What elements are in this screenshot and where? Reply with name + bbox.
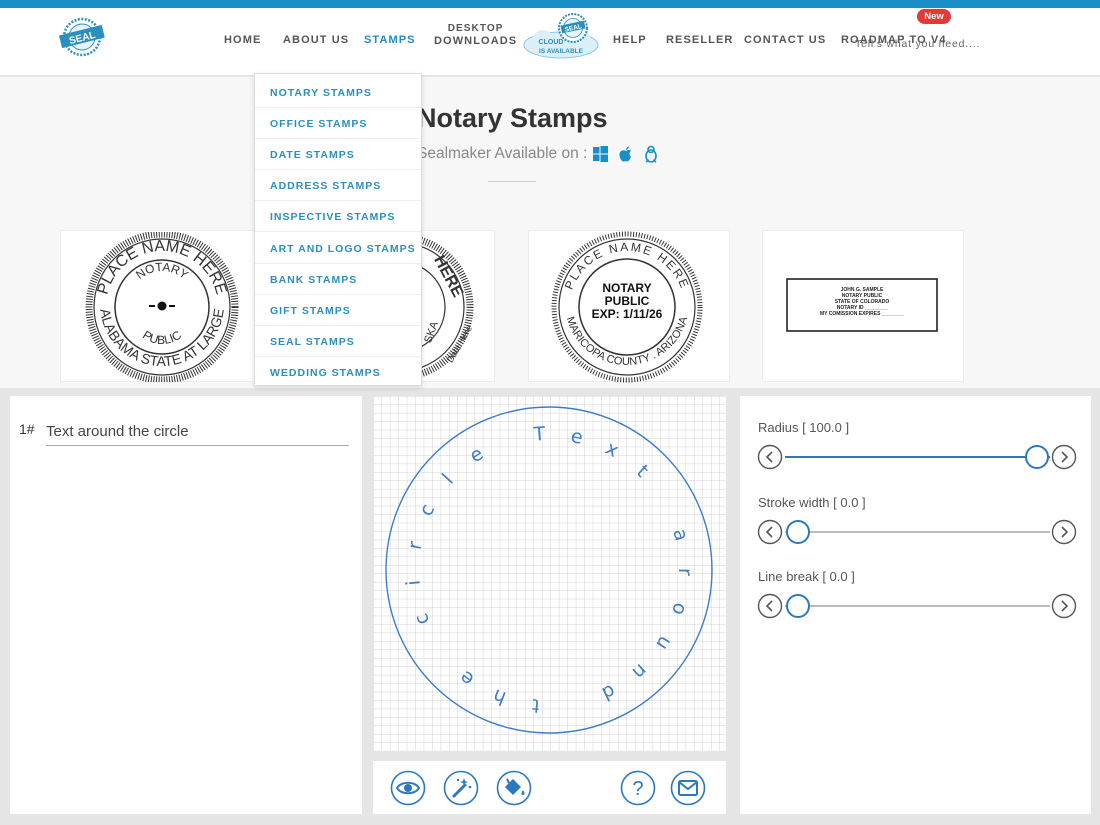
radius-increase-button[interactable] <box>1051 444 1077 470</box>
magic-wand-icon[interactable] <box>443 770 479 806</box>
svg-text:?: ? <box>632 778 643 800</box>
cloud-seal-badge[interactable]: SEAL CLOUD IS AVAILABLE <box>521 12 601 60</box>
line-break-track[interactable] <box>785 605 1050 607</box>
stroke-width-decrease-button[interactable] <box>757 519 783 545</box>
dropdown-item-date-stamps[interactable]: DATE STAMPS <box>255 139 421 170</box>
nav-desktop-downloads[interactable]: DESKTOP DOWNLOADS <box>434 22 517 48</box>
page-title: Notary Stamps <box>417 103 608 133</box>
nav-desktop-line1: DESKTOP <box>447 23 504 34</box>
line-number: 1# <box>19 421 35 437</box>
mail-icon[interactable] <box>670 770 706 806</box>
linux-icon <box>645 145 657 163</box>
canvas-grid[interactable]: Textaroundthecircle <box>373 396 726 751</box>
nav-reseller[interactable]: RESELLER <box>666 34 733 46</box>
nav-help[interactable]: HELP <box>613 34 647 46</box>
line-break-increase-button[interactable] <box>1051 593 1077 619</box>
nav-desktop-line2: DOWNLOADS <box>434 35 518 47</box>
dropdown-item-wedding-stamps[interactable]: WEDDING STAMPS <box>255 357 421 388</box>
apple-icon <box>619 146 631 162</box>
paint-bucket-icon[interactable] <box>496 770 532 806</box>
stamp-image-maricopa[interactable]: PLACE NAME HERE MARICOPA COUNTY . ARIZON… <box>551 231 703 383</box>
stamp1-inner-bottom: PUBLIC <box>140 328 184 348</box>
stamp3-center-2: PUBLIC <box>605 294 650 308</box>
stroke-width-increase-button[interactable] <box>1051 519 1077 545</box>
nav-home[interactable]: HOME <box>224 34 261 46</box>
stamp3-center-3: EXP: 1/11/26 <box>592 307 663 321</box>
radius-decrease-button[interactable] <box>757 444 783 470</box>
line-break-label: Line break [ 0.0 ] <box>758 569 855 584</box>
roadmap-subtitle: Tell's what you need.... <box>855 38 981 50</box>
cloud-badge-line1: CLOUD <box>539 39 564 46</box>
hero-subtitle: Sealmaker Available on : <box>417 145 587 162</box>
canvas-letter: r <box>674 568 696 576</box>
line-break-thumb[interactable] <box>786 594 810 618</box>
dropdown-item-address-stamps[interactable]: ADDRESS STAMPS <box>255 170 421 201</box>
hero-divider <box>488 181 536 182</box>
stamp-image-2[interactable]: HERE SKA Date Here <box>420 232 474 382</box>
nav-about-us[interactable]: ABOUT US <box>283 34 349 46</box>
dropdown-item-bank-stamps[interactable]: BANK STAMPS <box>255 264 421 295</box>
stroke-width-thumb[interactable] <box>786 520 810 544</box>
dropdown-item-seal-stamps[interactable]: SEAL STAMPS <box>255 326 421 357</box>
new-badge: New <box>917 9 951 24</box>
stamp-canvas[interactable]: Textaroundthecircle <box>373 396 726 751</box>
radius-thumb[interactable] <box>1025 445 1049 469</box>
circle-text-input[interactable] <box>46 417 349 446</box>
dropdown-item-office-stamps[interactable]: OFFICE STAMPS <box>255 108 421 139</box>
hero-subtitle-wrap: Sealmaker Available on : <box>417 145 587 167</box>
radius-label: Radius [ 100.0 ] <box>758 420 850 435</box>
stroke-width-label: Stroke width [ 0.0 ] <box>758 495 866 510</box>
stroke-width-track[interactable] <box>785 531 1050 533</box>
platform-icons <box>593 145 657 163</box>
stamp1-inner-top: NOTARY <box>133 260 191 282</box>
stamp4-line5: MY COMISSION EXPIRES ________ <box>820 311 904 317</box>
stamp2-outer: HERE <box>430 253 466 301</box>
top-accent-bar <box>0 0 1100 8</box>
windows-icon <box>593 146 608 162</box>
stamp2-side: SKA <box>422 319 441 344</box>
dropdown-item-inspective-stamps[interactable]: INSPECTIVE STAMPS <box>255 201 421 232</box>
canvas-letter: T <box>532 423 547 446</box>
nav-contact-us[interactable]: CONTACT US <box>744 34 826 46</box>
dropdown-item-gift-stamps[interactable]: GIFT STAMPS <box>255 295 421 326</box>
help-icon[interactable]: ? <box>620 770 656 806</box>
stamp3-center-1: NOTARY <box>602 281 651 295</box>
eye-icon[interactable] <box>390 770 426 806</box>
stamp-image-colorado[interactable]: JOHN G. SAMPLE NOTARY PUBLIC STATE OF CO… <box>786 278 938 332</box>
dropdown-item-notary-stamps[interactable]: NOTARY STAMPS <box>255 77 421 108</box>
stamp-image-alabama[interactable]: PLACE NAME HERE ALABAMA STATE AT LARGE N… <box>84 232 240 382</box>
cloud-badge-line2: IS AVAILABLE <box>539 48 584 55</box>
line-break-decrease-button[interactable] <box>757 593 783 619</box>
stamps-dropdown-menu: NOTARY STAMPS OFFICE STAMPS DATE STAMPS … <box>254 73 422 386</box>
stamp3-outer-bottom: MARICOPA COUNTY . ARIZONA <box>564 315 691 368</box>
seal-logo[interactable]: SEAL <box>58 17 106 57</box>
nav-stamps[interactable]: STAMPS <box>364 34 416 46</box>
radius-track[interactable] <box>785 456 1050 458</box>
dropdown-item-art-logo-stamps[interactable]: ART AND LOGO STAMPS <box>255 233 421 264</box>
stamp1-outer-top: PLACE NAME HERE <box>95 238 230 297</box>
text-lines-panel <box>10 396 362 814</box>
